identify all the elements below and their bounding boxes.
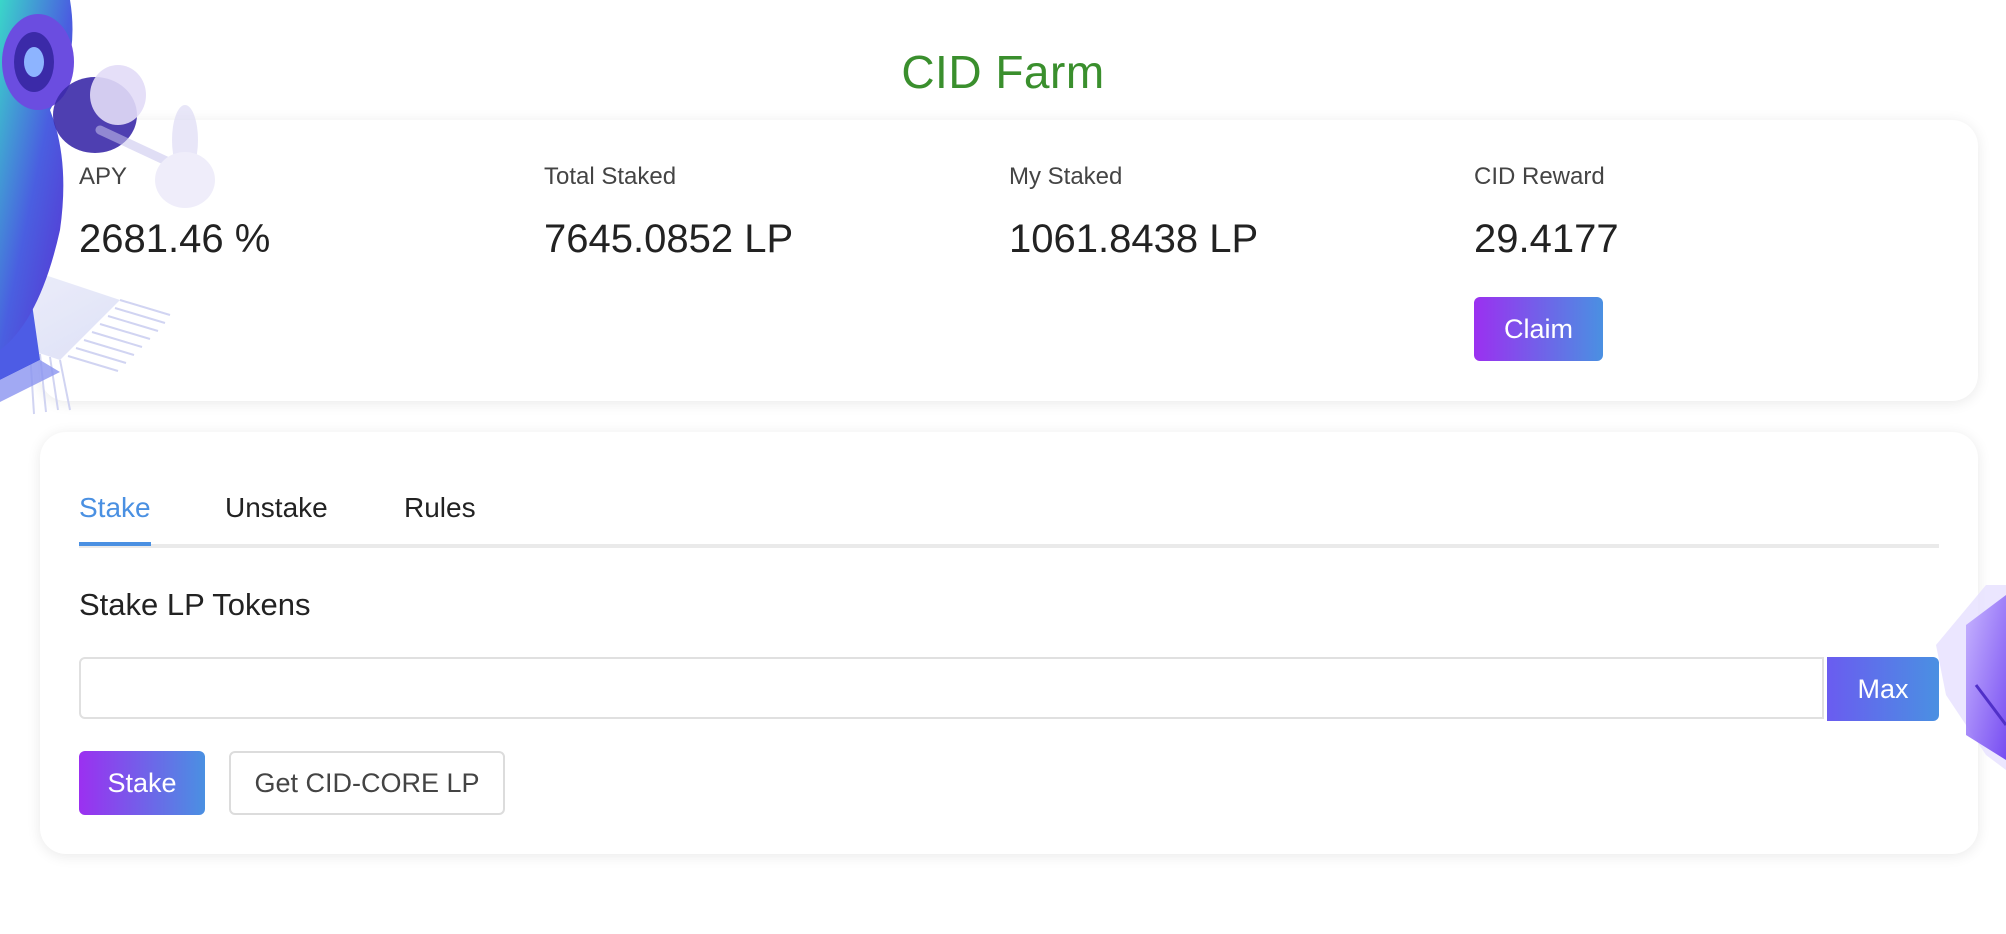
tab-stake[interactable]: Stake: [79, 492, 151, 546]
page-title: CID Farm: [901, 45, 1105, 98]
max-button[interactable]: Max: [1827, 657, 1939, 721]
apy-value: 2681.46 %: [79, 217, 271, 261]
my-staked-label: My Staked: [1009, 163, 1123, 190]
stake-amount-input[interactable]: [79, 657, 1824, 719]
get-lp-button[interactable]: Get CID-CORE LP: [229, 751, 505, 815]
claim-button[interactable]: Claim: [1474, 297, 1603, 361]
cid-reward-label: CID Reward: [1474, 163, 1605, 190]
tab-unstake[interactable]: Unstake: [225, 492, 328, 542]
tab-rules[interactable]: Rules: [404, 492, 476, 542]
stake-heading: Stake LP Tokens: [79, 587, 311, 622]
apy-stat: APY 2681.46 %: [79, 163, 271, 261]
my-staked-value: 1061.8438 LP: [1009, 217, 1259, 261]
cid-reward-stat: CID Reward 29.4177: [1474, 163, 1619, 261]
apy-label: APY: [79, 163, 128, 190]
total-staked-value: 7645.0852 LP: [544, 217, 794, 261]
page: CID Farm APY 2681.46 % Total Staked 7645…: [0, 0, 2006, 934]
stake-button[interactable]: Stake: [79, 751, 205, 815]
tab-bar: Stake Unstake Rules: [79, 492, 1939, 548]
stats-card: APY 2681.46 % Total Staked 7645.0852 LP …: [40, 120, 1978, 401]
total-staked-label: Total Staked: [544, 163, 677, 190]
stake-card: Stake Unstake Rules Stake LP Tokens Max …: [40, 432, 1978, 854]
cid-reward-value: 29.4177: [1474, 217, 1619, 261]
my-staked-stat: My Staked 1061.8438 LP: [1009, 163, 1259, 261]
total-staked-stat: Total Staked 7645.0852 LP: [544, 163, 794, 261]
